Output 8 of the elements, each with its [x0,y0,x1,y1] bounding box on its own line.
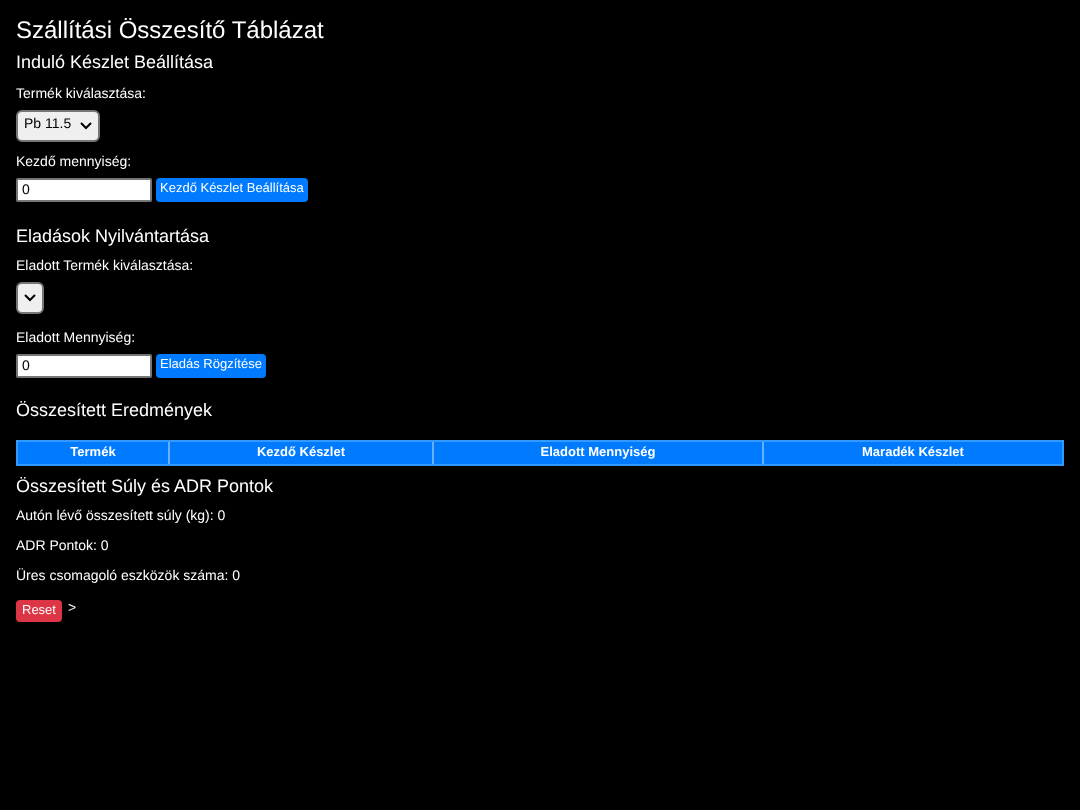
section-heading: Összesített Eredmények [16,400,215,422]
section-heading: Eladások Nyilvántartása [16,226,212,248]
chevron-down-icon [24,294,36,302]
section-heading: Összesített Súly és ADR Pontok [16,476,276,498]
page-title: Szállítási Összesítő Táblázat [16,16,326,44]
chevron-down-icon [79,122,92,130]
section-heading: Induló Készlet Beállítása [16,52,216,74]
product-dropdown[interactable] [16,282,44,314]
